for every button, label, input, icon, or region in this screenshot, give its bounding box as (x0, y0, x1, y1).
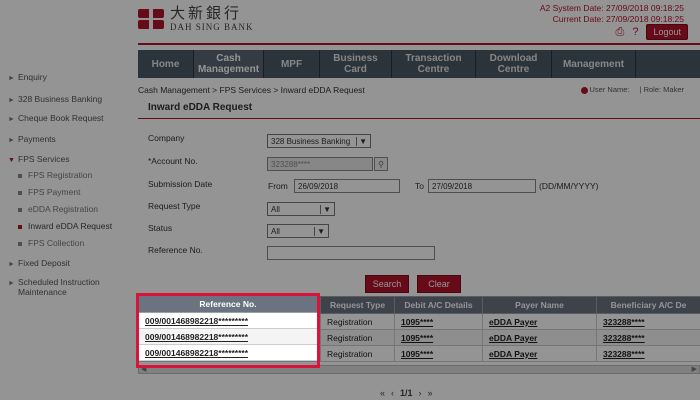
user-icon (580, 86, 588, 94)
logout-button[interactable]: Logout (646, 24, 688, 40)
payer-name-link[interactable]: eDDA Payer (482, 329, 597, 346)
system-dates: A2 System Date: 27/09/2018 09:18:25 Curr… (540, 3, 684, 25)
first-page-button[interactable]: « (380, 388, 385, 398)
sidebar-item-maintenance[interactable]: Maintenance (18, 287, 67, 297)
from-date-field[interactable]: 26/09/2018 (294, 179, 400, 193)
reference-label: Reference No. (148, 245, 203, 255)
sidebar-sub-fps-payment[interactable]: FPS Payment (18, 187, 80, 197)
scroll-right-icon[interactable]: ▶ (692, 365, 697, 373)
date-format-hint: (DD/MM/YYYY) (539, 181, 599, 191)
sidebar-sub-fps-registration[interactable]: FPS Registration (18, 170, 92, 180)
sidebar-item-328-business-banking[interactable]: ► 328 Business Banking (8, 94, 102, 104)
clear-button[interactable]: Clear (417, 275, 461, 293)
sidebar-item-scheduled-instruction[interactable]: ► Scheduled Instruction (8, 277, 100, 287)
payer-name-link[interactable]: eDDA Payer (482, 345, 597, 362)
account-label: *Account No. (148, 156, 198, 166)
print-icon[interactable]: ⎙ (616, 26, 625, 39)
request-type-label: Request Type (148, 201, 201, 211)
logo-english: DAH SING BANK (170, 22, 254, 32)
nav-management[interactable]: Management (552, 50, 636, 78)
request-type-cell: Registration (320, 345, 395, 362)
beneficiary-ac-link[interactable]: 323288**** (596, 329, 700, 346)
status-select[interactable]: All ▼ (267, 224, 329, 238)
nav-spacer (636, 50, 700, 78)
sidebar-sub-fps-collection[interactable]: FPS Collection (18, 238, 84, 248)
nav-business-card[interactable]: Business Card (320, 50, 392, 78)
breadcrumb: Cash Management > FPS Services > Inward … (138, 85, 365, 95)
submission-date-label: Submission Date (148, 179, 213, 189)
sidebar-item-cheque-book-request[interactable]: ► Cheque Book Request (8, 113, 104, 123)
chevron-down-icon: ▼ (356, 136, 367, 146)
account-field[interactable]: 323288**** (267, 157, 373, 171)
sidebar-sub-inward-edda-request[interactable]: Inward eDDA Request (18, 221, 112, 231)
beneficiary-ac-link[interactable]: 323288**** (596, 313, 700, 330)
nav-cash-management[interactable]: Cash Management (194, 50, 264, 78)
sidebar-item-enquiry[interactable]: ► Enquiry (8, 72, 47, 82)
debit-ac-link[interactable]: 1095**** (394, 345, 483, 362)
bank-logo: 大新銀行 DAH SING BANK (138, 6, 254, 32)
user-name-label: User Name: (589, 85, 630, 94)
company-select[interactable]: 328 Business Banking ▼ (267, 134, 371, 148)
debit-ac-link[interactable]: 1095**** (394, 329, 483, 346)
from-label: From (268, 181, 288, 191)
chevron-down-icon: ▼ (320, 204, 331, 214)
reference-field[interactable] (267, 246, 435, 260)
magnifier-icon[interactable]: ⚲ (374, 157, 388, 171)
company-label: Company (148, 133, 185, 143)
col-beneficiary-ac[interactable]: Beneficiary A/C De (596, 296, 700, 314)
help-icon[interactable]: ? (632, 26, 638, 38)
search-button[interactable]: Search (365, 275, 409, 293)
chevron-down-icon: ▼ (314, 226, 325, 236)
debit-ac-link[interactable]: 1095**** (394, 313, 483, 330)
page-title: Inward eDDA Request (138, 97, 700, 119)
role-label: | Role: Maker (639, 85, 684, 94)
request-type-cell: Registration (320, 329, 395, 346)
col-debit-ac-details[interactable]: Debit A/C Details (394, 296, 483, 314)
nav-transaction-centre[interactable]: Transaction Centre (392, 50, 476, 78)
logo-chinese: 大新銀行 (170, 4, 243, 22)
col-request-type[interactable]: Request Type (320, 296, 395, 314)
page-indicator: 1/1 (400, 388, 413, 398)
sidebar-item-fps-services[interactable]: ▼ FPS Services (8, 154, 70, 164)
to-date-field[interactable]: 27/09/2018 (428, 179, 536, 193)
sidebar-sub-edda-registration[interactable]: eDDA Registration (18, 204, 98, 214)
beneficiary-ac-link[interactable]: 323288**** (596, 345, 700, 362)
nav-mpf[interactable]: MPF (264, 50, 320, 78)
payer-name-link[interactable]: eDDA Payer (482, 313, 597, 330)
col-payer-name[interactable]: Payer Name (482, 296, 597, 314)
request-type-cell: Registration (320, 313, 395, 330)
main-nav: Home Cash Management MPF Business Card T… (138, 50, 700, 78)
prev-page-button[interactable]: ‹ (391, 388, 394, 398)
header-divider (138, 43, 700, 45)
highlight-box (136, 293, 320, 368)
nav-home[interactable]: Home (138, 50, 194, 78)
next-page-button[interactable]: › (419, 388, 422, 398)
a2-system-date: A2 System Date: 27/09/2018 09:18:25 (539, 3, 684, 13)
sidebar-item-payments[interactable]: ► Payments (8, 134, 56, 144)
request-type-select[interactable]: All ▼ (267, 202, 335, 216)
nav-download-centre[interactable]: Download Centre (476, 50, 552, 78)
status-label: Status (148, 223, 173, 233)
logo-icon (138, 7, 164, 31)
to-label: To (415, 181, 424, 191)
pagination: « ‹ 1/1 › » (380, 388, 433, 398)
sidebar-item-fixed-deposit[interactable]: ► Fixed Deposit (8, 258, 70, 268)
last-page-button[interactable]: » (428, 388, 433, 398)
user-info: User Name: | Role: Maker (580, 85, 684, 94)
